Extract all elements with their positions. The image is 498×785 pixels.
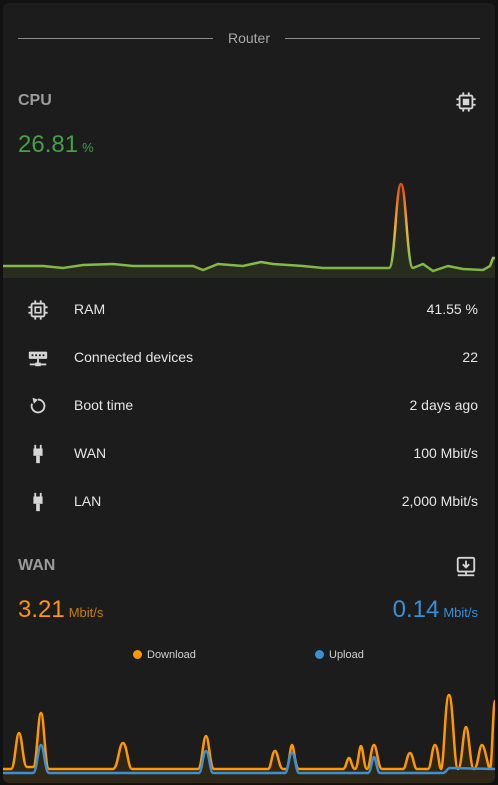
router-card: Router CPU 26.81% RAM 41.55 % Connected … (3, 3, 495, 783)
network-devices-icon (28, 351, 48, 367)
stat-row-boot-time[interactable]: Boot time 2 days ago (3, 391, 495, 421)
stat-label-lan: LAN (74, 493, 102, 509)
wan-sparkline (3, 693, 495, 783)
ethernet-cable-icon (33, 444, 43, 464)
stat-row-lan[interactable]: LAN 2,000 Mbit/s (3, 487, 495, 517)
ethernet-cable-icon (33, 492, 43, 512)
cpu-title: CPU (18, 92, 52, 109)
section-divider: Router (18, 30, 480, 46)
download-legend-dot (133, 650, 142, 659)
cpu-value: 26.81% (18, 131, 94, 159)
restart-icon (30, 397, 46, 414)
wan-title: WAN (18, 557, 56, 574)
download-network-icon[interactable] (455, 556, 477, 578)
download-rate-value: 3.21 (18, 596, 65, 623)
divider-line-right (285, 38, 480, 39)
download-rate: 3.21 Mbit/s (18, 596, 103, 624)
upload-rate-value: 0.14 (392, 596, 440, 623)
stat-value-wan: 100 Mbit/s (413, 445, 478, 461)
stat-value-boot-time: 2 days ago (409, 397, 479, 413)
upload-rate-unit: Mbit/s (443, 605, 478, 620)
stat-row-ram[interactable]: RAM 41.55 % (3, 295, 495, 325)
legend-upload[interactable]: Upload (315, 649, 364, 661)
cpu-value-number: 26.81 (18, 131, 79, 158)
upload-rate: 0.14 Mbit/s (393, 596, 478, 624)
legend-download-label: Download (147, 649, 196, 661)
stat-row-connected-devices[interactable]: Connected devices 22 (3, 343, 495, 373)
stat-value-connected-devices: 22 (462, 349, 478, 365)
stat-label-wan: WAN (74, 445, 107, 461)
legend-upload-label: Upload (329, 649, 364, 661)
stat-label-connected-devices: Connected devices (74, 349, 194, 365)
stat-value-ram: 41.55 % (426, 301, 478, 317)
cpu-sparkline (3, 182, 495, 278)
stat-label-boot-time: Boot time (74, 397, 134, 413)
stat-value-lan: 2,000 Mbit/s (401, 493, 478, 509)
stat-row-wan[interactable]: WAN 100 Mbit/s (3, 439, 495, 469)
upload-legend-dot (315, 650, 324, 659)
chip-icon[interactable] (455, 91, 477, 113)
download-rate-unit: Mbit/s (68, 605, 104, 620)
stat-label-ram: RAM (74, 301, 106, 317)
legend-download[interactable]: Download (133, 649, 196, 661)
cpu-value-unit: % (82, 140, 94, 155)
memory-icon (28, 300, 48, 320)
